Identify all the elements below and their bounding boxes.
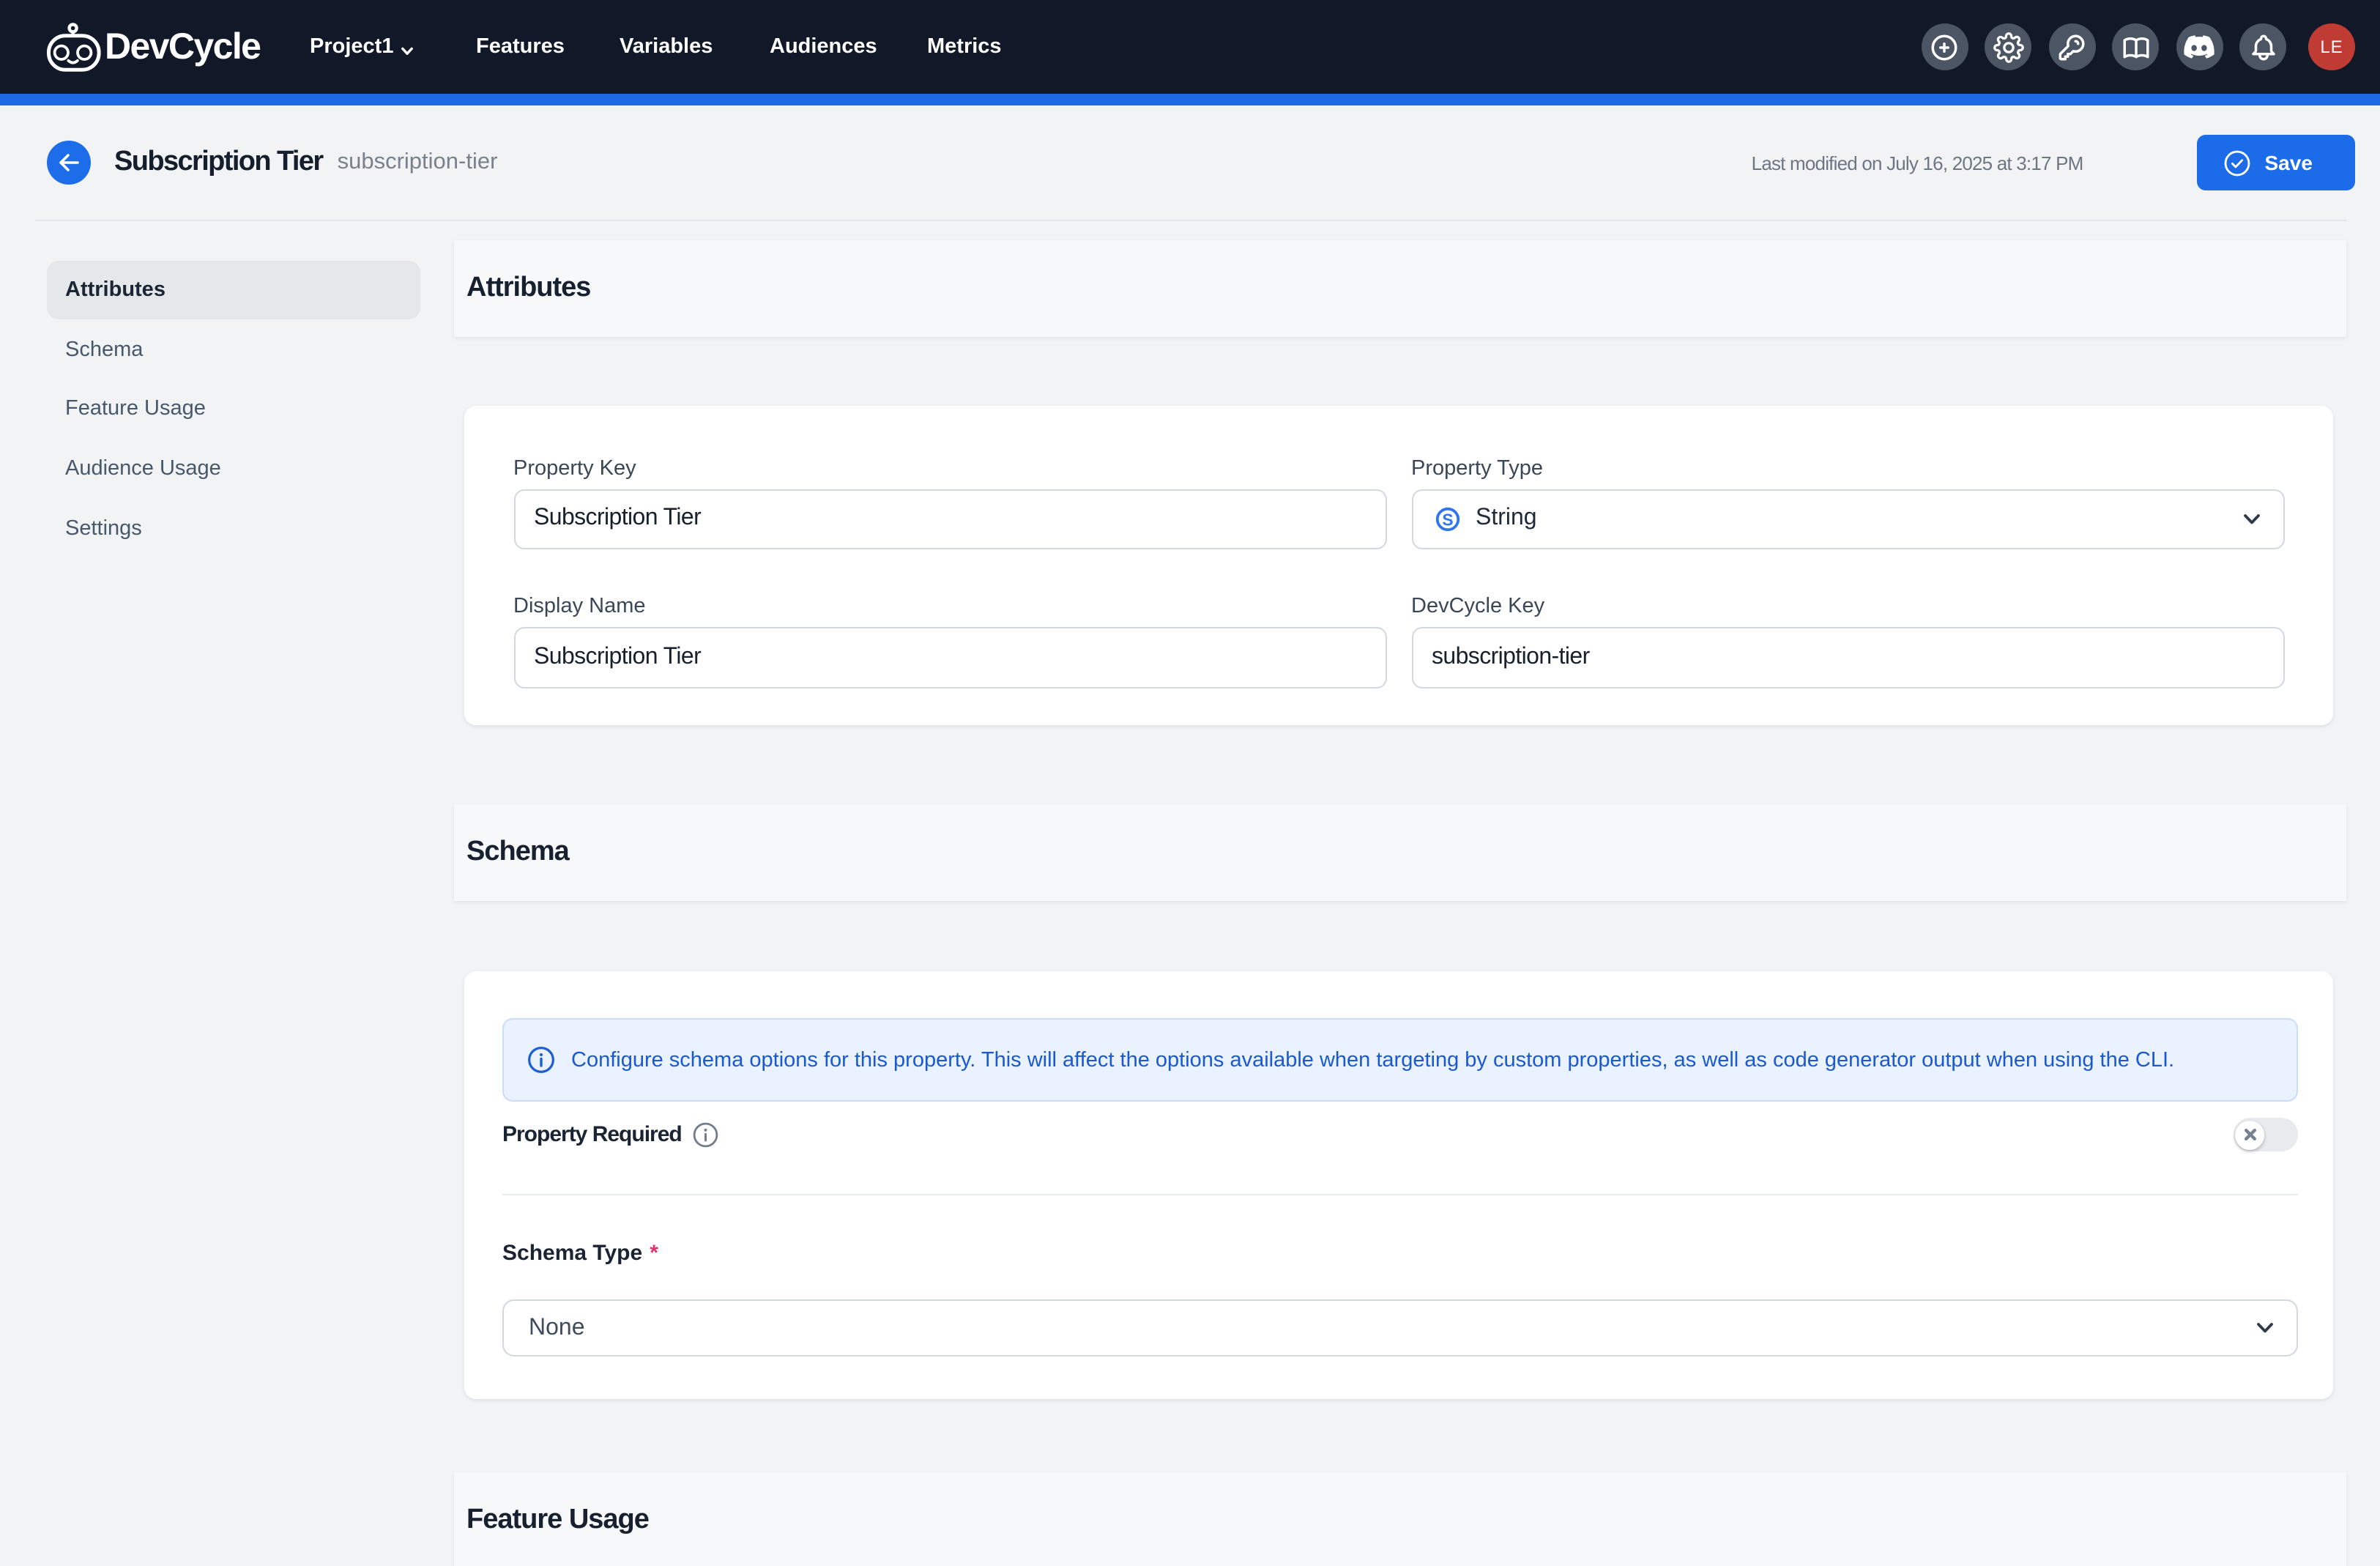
svg-text:S: S [1441,510,1452,529]
